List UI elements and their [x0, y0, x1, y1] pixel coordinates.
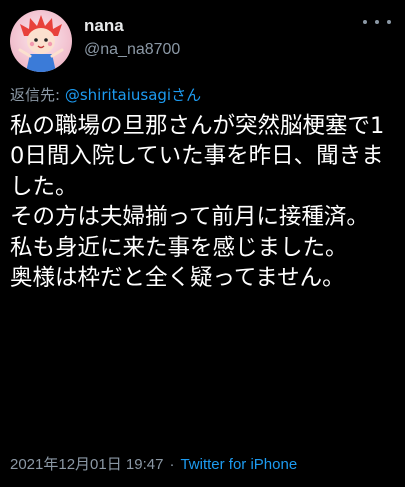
meta-separator: · — [169, 456, 175, 473]
reply-to-suffix[interactable]: さん — [171, 86, 201, 104]
tweet-header: nana @na_na8700 — [10, 10, 395, 74]
tweet-meta: 2021年12月01日 19:47 · Twitter for iPhone — [10, 454, 297, 476]
more-dot — [375, 20, 379, 24]
reply-to-line: 返信先: @shiritaiusagiさん — [10, 84, 201, 106]
tweet-card: nana @na_na8700 返信先: @shiritaiusagiさん 私の… — [0, 0, 405, 487]
avatar[interactable] — [10, 10, 72, 72]
user-info[interactable]: nana @na_na8700 — [84, 16, 180, 61]
tweet-source-link[interactable]: Twitter for iPhone — [180, 456, 297, 473]
tweet-timestamp[interactable]: 2021年12月01日 19:47 — [10, 456, 163, 473]
more-dot — [387, 20, 391, 24]
more-options-icon[interactable] — [363, 12, 391, 32]
display-name[interactable]: nana — [84, 16, 180, 36]
avatar-illustration — [18, 15, 64, 72]
tweet-body: 私の職場の旦那さんが突然脳梗塞で10日間入院していた事を昨日、聞きました。 その… — [10, 113, 385, 292]
reply-to-link[interactable]: @shiritaiusagi — [65, 86, 171, 104]
more-dot — [363, 20, 367, 24]
reply-prefix: 返信先: — [10, 86, 65, 104]
user-handle[interactable]: @na_na8700 — [84, 39, 180, 61]
